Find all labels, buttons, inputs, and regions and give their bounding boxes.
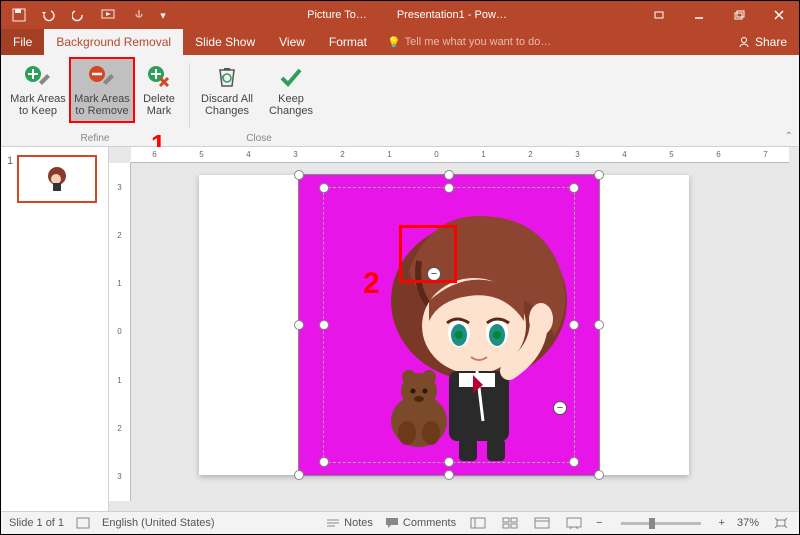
tab-view[interactable]: View bbox=[267, 29, 317, 55]
keep-changes-button[interactable]: Keep Changes bbox=[260, 59, 322, 121]
zoom-in-button[interactable]: + bbox=[719, 517, 725, 529]
checkmark-icon bbox=[275, 63, 307, 91]
slide-indicator[interactable]: Slide 1 of 1 bbox=[9, 517, 64, 529]
resize-handle[interactable] bbox=[444, 170, 454, 180]
thumbnail-image bbox=[42, 164, 72, 194]
marquee-handle[interactable] bbox=[569, 320, 579, 330]
slide-number: 1 bbox=[7, 155, 13, 203]
spell-check-icon[interactable] bbox=[76, 517, 90, 529]
marquee-handle[interactable] bbox=[444, 183, 454, 193]
plus-pencil-icon bbox=[22, 63, 54, 91]
slide-editor: 65432101234567 3210123 bbox=[109, 147, 799, 511]
slide-sorter-view-icon[interactable] bbox=[500, 515, 520, 531]
comments-button[interactable]: Comments bbox=[385, 517, 456, 529]
close-icon[interactable] bbox=[759, 1, 799, 29]
resize-handle[interactable] bbox=[444, 470, 454, 480]
reading-view-icon[interactable] bbox=[532, 515, 552, 531]
group-label: Close bbox=[246, 133, 272, 146]
button-label: Mark Areas to Keep bbox=[7, 93, 69, 117]
workspace: 1 65432101234567 3210123 bbox=[1, 147, 799, 511]
vertical-ruler: 3210123 bbox=[109, 163, 131, 501]
touch-mode-icon[interactable] bbox=[127, 3, 151, 27]
share-label: Share bbox=[755, 35, 787, 49]
button-label: Discard All Changes bbox=[196, 93, 258, 117]
tab-background-removal[interactable]: Background Removal bbox=[44, 29, 183, 55]
marquee-handle[interactable] bbox=[319, 320, 329, 330]
tab-format[interactable]: Format bbox=[317, 29, 379, 55]
marquee-handle[interactable] bbox=[319, 183, 329, 193]
marquee-handle[interactable] bbox=[444, 457, 454, 467]
resize-handle[interactable] bbox=[294, 320, 304, 330]
marquee-handle[interactable] bbox=[319, 457, 329, 467]
slide-thumbnail-panel: 1 bbox=[1, 147, 109, 511]
horizontal-ruler: 65432101234567 bbox=[131, 147, 789, 163]
remove-mark-indicator[interactable]: − bbox=[553, 401, 567, 415]
share-icon bbox=[737, 35, 751, 49]
button-label: Mark Areas to Remove bbox=[71, 93, 133, 117]
title-bar: ▾ Picture To… Presentation1 - Pow… bbox=[1, 1, 799, 29]
redo-icon[interactable] bbox=[67, 3, 91, 27]
resize-handle[interactable] bbox=[594, 470, 604, 480]
tell-me-placeholder: Tell me what you want to do… bbox=[405, 36, 552, 48]
discard-icon bbox=[211, 63, 243, 91]
tell-me-search[interactable]: 💡 Tell me what you want to do… bbox=[379, 36, 725, 49]
annotation-2: 2 bbox=[363, 267, 380, 301]
lightbulb-icon: 💡 bbox=[387, 36, 401, 49]
group-label: Refine bbox=[81, 133, 110, 146]
collapse-ribbon-icon[interactable]: ⌃ bbox=[785, 131, 793, 142]
slideshow-view-icon[interactable] bbox=[564, 515, 584, 531]
app-title: Presentation1 - Pow… bbox=[397, 9, 507, 21]
picture-selection[interactable]: − − 2 bbox=[299, 175, 599, 475]
share-button[interactable]: Share bbox=[725, 35, 799, 49]
delete-mark-icon bbox=[143, 63, 175, 91]
status-bar: Slide 1 of 1 English (United States) Not… bbox=[1, 511, 799, 534]
resize-handle[interactable] bbox=[294, 170, 304, 180]
minimize-icon[interactable] bbox=[679, 1, 719, 29]
zoom-level[interactable]: 37% bbox=[737, 517, 759, 529]
ribbon: Mark Areas to Keep Mark Areas to Remove … bbox=[1, 55, 799, 147]
quick-access-toolbar: ▾ bbox=[1, 3, 175, 27]
undo-icon[interactable] bbox=[37, 3, 61, 27]
comments-label: Comments bbox=[403, 517, 456, 529]
save-icon[interactable] bbox=[7, 3, 31, 27]
discard-all-changes-button[interactable]: Discard All Changes bbox=[196, 59, 258, 121]
ribbon-tabs: File Background Removal Slide Show View … bbox=[1, 29, 799, 55]
qat-dropdown-icon[interactable]: ▾ bbox=[157, 3, 169, 27]
mark-areas-to-remove-button[interactable]: Mark Areas to Remove bbox=[71, 59, 133, 121]
resize-handle[interactable] bbox=[294, 470, 304, 480]
tab-slide-show[interactable]: Slide Show bbox=[183, 29, 267, 55]
restore-icon[interactable] bbox=[719, 1, 759, 29]
fit-to-window-icon[interactable] bbox=[771, 515, 791, 531]
button-label: Keep Changes bbox=[260, 93, 322, 117]
group-close: Discard All Changes Keep Changes Close bbox=[190, 55, 328, 146]
tab-file[interactable]: File bbox=[1, 29, 44, 55]
notes-button[interactable]: Notes bbox=[326, 517, 373, 529]
ribbon-options-icon[interactable] bbox=[639, 1, 679, 29]
mark-areas-to-keep-button[interactable]: Mark Areas to Keep bbox=[7, 59, 69, 121]
language-indicator[interactable]: English (United States) bbox=[102, 517, 215, 529]
minus-pencil-icon bbox=[86, 63, 118, 91]
delete-mark-button[interactable]: Delete Mark bbox=[135, 59, 183, 121]
button-label: Delete Mark bbox=[135, 93, 183, 117]
resize-handle[interactable] bbox=[594, 320, 604, 330]
slide-thumbnail[interactable] bbox=[17, 155, 97, 203]
zoom-out-button[interactable]: − bbox=[596, 517, 602, 529]
contextual-tab-label: Picture To… bbox=[307, 9, 367, 21]
resize-handle[interactable] bbox=[594, 170, 604, 180]
marquee-handle[interactable] bbox=[569, 183, 579, 193]
normal-view-icon[interactable] bbox=[468, 515, 488, 531]
notes-label: Notes bbox=[344, 517, 373, 529]
zoom-slider[interactable] bbox=[621, 522, 701, 525]
marquee-handle[interactable] bbox=[569, 457, 579, 467]
start-from-beginning-icon[interactable] bbox=[97, 3, 121, 27]
annotation-box-2 bbox=[399, 225, 457, 283]
slide-canvas[interactable]: − − 2 bbox=[199, 175, 689, 475]
zoom-knob[interactable] bbox=[649, 518, 655, 529]
